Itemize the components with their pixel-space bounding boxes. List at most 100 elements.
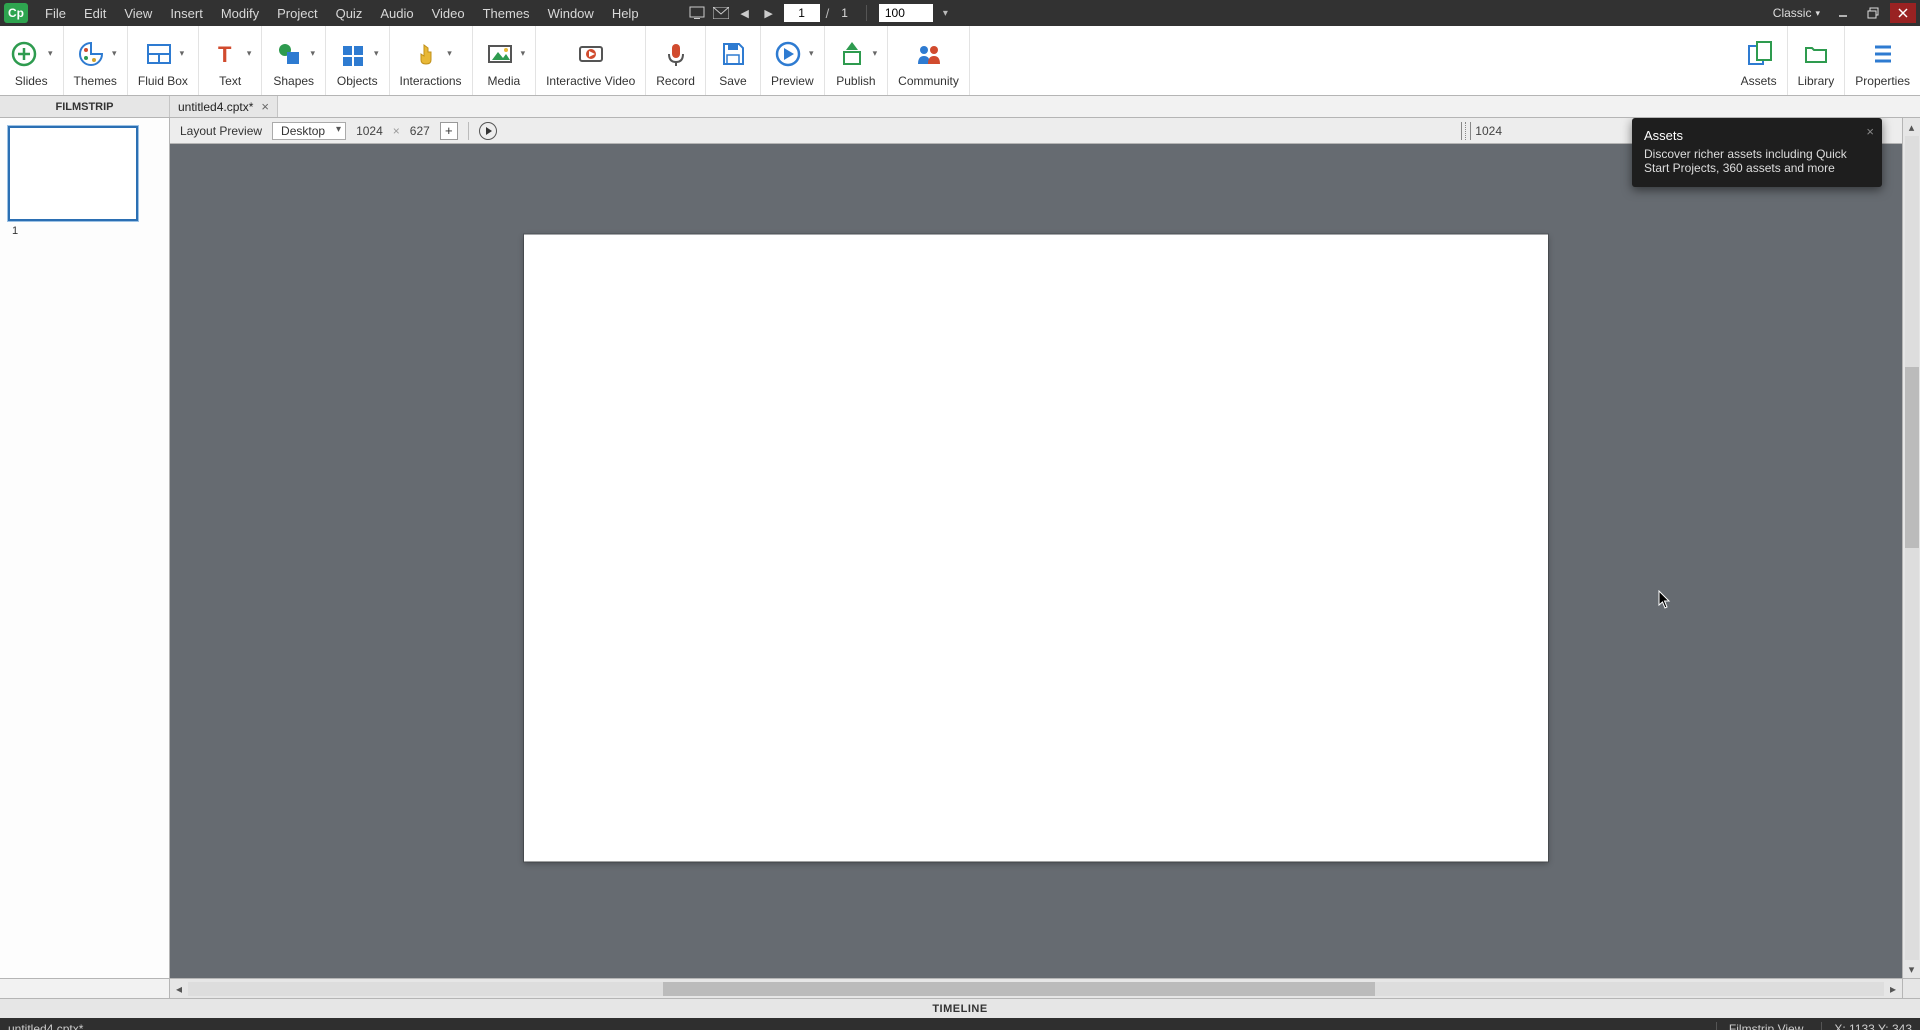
ribbon-community[interactable]: Community [888, 26, 970, 95]
scroll-thumb[interactable] [663, 982, 1375, 996]
ribbon-label: Assets [1741, 74, 1777, 88]
menu-window[interactable]: Window [539, 6, 603, 21]
menu-insert[interactable]: Insert [161, 6, 212, 21]
timeline-panel-collapsed[interactable]: TIMELINE [0, 998, 1920, 1018]
ribbon-label: Publish [836, 74, 875, 88]
scroll-track[interactable] [1905, 136, 1919, 960]
close-icon[interactable]: × [1866, 124, 1874, 139]
prev-slide-icon[interactable]: ◀ [736, 5, 754, 21]
ribbon-save[interactable]: Save [706, 26, 761, 95]
workspace-label: Classic [1773, 6, 1812, 20]
zoom-dropdown-icon[interactable]: ▾ [939, 8, 948, 19]
status-bar: untitled4.cptx* Filmstrip View X: 1133 Y… [0, 1018, 1920, 1030]
menu-bar: Cp File Edit View Insert Modify Project … [0, 0, 1920, 26]
ribbon-label: Record [656, 74, 695, 88]
chevron-down-icon: ▾ [809, 48, 814, 59]
ribbon-label: Themes [74, 74, 117, 88]
svg-text:T: T [218, 42, 232, 67]
text-icon: T [209, 37, 243, 71]
scroll-down-icon[interactable]: ▾ [1903, 960, 1920, 978]
chevron-down-icon: ▾ [873, 48, 878, 59]
breakpoint-width: 1024 [1475, 124, 1502, 138]
publish-icon [835, 37, 869, 71]
ribbon-label: Text [219, 74, 241, 88]
close-icon[interactable]: × [261, 99, 269, 114]
play-button[interactable] [479, 122, 497, 140]
chevron-down-icon: ▾ [112, 48, 117, 59]
next-slide-icon[interactable]: ▶ [760, 5, 778, 21]
ribbon-assets[interactable]: Assets [1731, 26, 1788, 95]
device-preview-icon[interactable] [688, 5, 706, 21]
ribbon-label: Fluid Box [138, 74, 188, 88]
workspace-selector[interactable]: Classic ▾ [1767, 6, 1826, 20]
chevron-down-icon: ▾ [447, 48, 452, 59]
add-breakpoint-button[interactable]: + [440, 122, 458, 140]
ribbon-shapes[interactable]: ▾ Shapes [262, 26, 326, 95]
window-restore-button[interactable] [1860, 3, 1886, 23]
slide-canvas[interactable] [524, 235, 1548, 862]
ribbon-publish[interactable]: ▾ Publish [825, 26, 889, 95]
tooltip-title: Assets [1644, 128, 1870, 143]
menu-project[interactable]: Project [268, 6, 326, 21]
save-icon [716, 37, 750, 71]
scroll-left-icon[interactable]: ◂ [170, 980, 188, 998]
layout-preview-label: Layout Preview [180, 124, 262, 138]
menu-help[interactable]: Help [603, 6, 648, 21]
page-total: 1 [835, 6, 854, 20]
ribbon-preview[interactable]: ▾ Preview [761, 26, 825, 95]
ribbon-objects[interactable]: ▾ Objects [326, 26, 390, 95]
document-tab[interactable]: untitled4.cptx* × [170, 96, 278, 117]
interactions-icon [409, 37, 443, 71]
assets-icon [1742, 37, 1776, 71]
properties-icon [1866, 37, 1900, 71]
slides-icon [10, 37, 44, 71]
chevron-down-icon: ▾ [180, 48, 185, 59]
window-close-button[interactable] [1890, 3, 1916, 23]
status-coordinates: X: 1133 Y: 343 [1821, 1022, 1912, 1030]
menu-view[interactable]: View [115, 6, 161, 21]
breakpoint-handle[interactable]: 1024 [1461, 122, 1502, 140]
ribbon-slides[interactable]: ▾ Slides [0, 26, 64, 95]
drag-handle-icon [1461, 122, 1471, 140]
mail-icon[interactable] [712, 5, 730, 21]
ribbon-record[interactable]: Record [646, 26, 706, 95]
menu-quiz[interactable]: Quiz [327, 6, 372, 21]
document-tab-row: FILMSTRIP untitled4.cptx* × [0, 96, 1920, 118]
scroll-right-icon[interactable]: ▸ [1884, 980, 1902, 998]
menu-file[interactable]: File [36, 6, 75, 21]
separator [468, 122, 469, 140]
ribbon-library[interactable]: Library [1788, 26, 1846, 95]
slide-number: 1 [8, 225, 161, 237]
ribbon-text[interactable]: T ▾ Text [199, 26, 263, 95]
assets-tooltip: × Assets Discover richer assets includin… [1632, 118, 1882, 187]
scroll-up-icon[interactable]: ▴ [1903, 118, 1920, 136]
ribbon-interactive-video[interactable]: Interactive Video [536, 26, 646, 95]
dimension-x: × [393, 124, 400, 138]
ribbon-themes[interactable]: ▾ Themes [64, 26, 128, 95]
chevron-down-icon: ▾ [310, 48, 315, 59]
window-minimize-button[interactable] [1830, 3, 1856, 23]
slide-thumbnail[interactable] [8, 126, 138, 221]
menubar-right: Classic ▾ [1767, 0, 1916, 26]
scroll-track[interactable] [188, 982, 1884, 996]
menu-themes[interactable]: Themes [474, 6, 539, 21]
zoom-input[interactable] [879, 4, 933, 22]
menu-video[interactable]: Video [423, 6, 474, 21]
library-icon [1799, 37, 1833, 71]
ribbon-media[interactable]: ▾ Media [473, 26, 537, 95]
menubar-center-controls: ◀ ▶ / 1 ▾ [688, 4, 948, 22]
ribbon-properties[interactable]: Properties [1845, 26, 1920, 95]
tooltip-body: Discover richer assets including Quick S… [1644, 147, 1870, 175]
ribbon-interactions[interactable]: ▾ Interactions [390, 26, 473, 95]
horizontal-scrollbar[interactable]: ◂ ▸ [170, 979, 1902, 998]
device-select[interactable]: Desktop [272, 122, 346, 140]
status-filename: untitled4.cptx* [8, 1022, 83, 1030]
page-current-input[interactable] [784, 4, 820, 22]
menu-audio[interactable]: Audio [371, 6, 422, 21]
vertical-scrollbar[interactable]: ▴ ▾ [1902, 118, 1920, 978]
scroll-thumb[interactable] [1905, 367, 1919, 548]
ribbon-label: Slides [15, 74, 48, 88]
menu-modify[interactable]: Modify [212, 6, 268, 21]
ribbon-fluidbox[interactable]: ▾ Fluid Box [128, 26, 199, 95]
menu-edit[interactable]: Edit [75, 6, 115, 21]
